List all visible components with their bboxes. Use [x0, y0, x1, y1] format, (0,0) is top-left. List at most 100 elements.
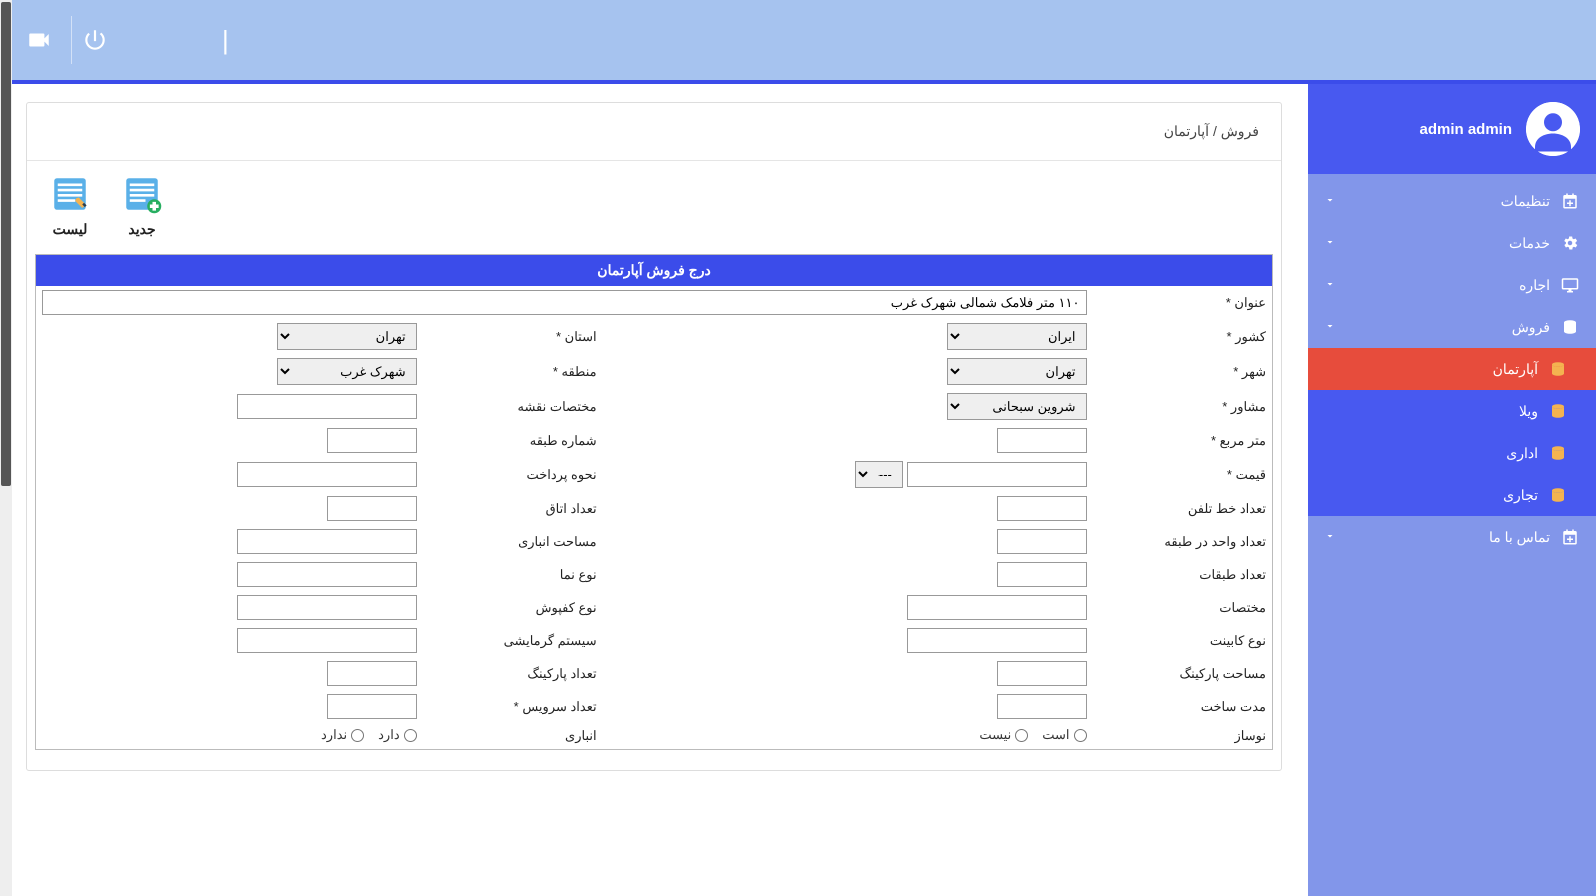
video-icon	[26, 27, 52, 53]
caret-down-icon	[1324, 194, 1336, 206]
nav-label: خدمات	[1346, 235, 1550, 252]
input-sqm[interactable]	[997, 428, 1087, 453]
select-country[interactable]: ایران	[947, 323, 1087, 350]
input-build-year[interactable]	[997, 694, 1087, 719]
database-icon	[1549, 402, 1567, 420]
radio-newbuild-yes[interactable]	[1074, 729, 1087, 742]
input-flooring[interactable]	[237, 595, 417, 620]
input-cabinet[interactable]	[907, 628, 1087, 653]
label-phonelines: تعداد خط تلفن	[1093, 492, 1273, 525]
label-flooring: نوع کفپوش	[423, 591, 603, 624]
scrollbar-thumb[interactable]	[1, 2, 11, 486]
label-heating: سیستم گرمایشی	[423, 624, 603, 657]
label-payment: نحوه پرداخت	[423, 457, 603, 492]
nav-label: تنظیمات	[1346, 193, 1550, 210]
label-parking-count: تعداد پارکینگ	[423, 657, 603, 690]
scrollbar[interactable]	[0, 0, 12, 896]
select-region[interactable]: شهرک غرب	[277, 358, 417, 385]
nav-contact[interactable]: تماس با ما	[1308, 516, 1596, 558]
action-label: جدید	[128, 221, 155, 238]
label-title: عنوان *	[1093, 286, 1273, 319]
avatar	[1526, 102, 1580, 156]
select-price-unit[interactable]: -----	[855, 461, 903, 488]
nav-sell-sub: آپارتمان ویلا اداری تجاری	[1308, 348, 1596, 516]
label-mapcoord: مختصات نقشه	[423, 389, 603, 424]
label-storage-radio: انباری	[423, 723, 603, 749]
input-heating[interactable]	[237, 628, 417, 653]
nav-label: تجاری	[1324, 487, 1538, 504]
database-icon	[1549, 444, 1567, 462]
select-province[interactable]: تهران	[277, 323, 417, 350]
nav-settings[interactable]: تنظیمات	[1308, 180, 1596, 222]
label-facade: نوع نما	[423, 558, 603, 591]
label-region: منطقه *	[423, 354, 603, 389]
action-bar: لیست	[27, 161, 1281, 248]
label-specs: مختصات	[1093, 591, 1273, 624]
caret-down-icon	[1324, 530, 1336, 542]
power-icon	[82, 27, 108, 53]
radio-storage-yes[interactable]	[404, 729, 417, 742]
input-service-count[interactable]	[327, 694, 417, 719]
input-phonelines[interactable]	[997, 496, 1087, 521]
label-province: استان *	[423, 319, 603, 354]
video-button[interactable]	[15, 16, 63, 64]
caret-down-icon	[1324, 278, 1336, 290]
list-edit-icon	[49, 173, 91, 215]
breadcrumb: فروش / آپارتمان	[27, 103, 1281, 161]
database-icon	[1561, 318, 1579, 336]
input-floor-no[interactable]	[327, 428, 417, 453]
input-facade[interactable]	[237, 562, 417, 587]
list-add-icon	[121, 173, 163, 215]
form-table: درج فروش آپارتمان عنوان * کشور * ایران ا…	[35, 254, 1273, 750]
radio-newbuild-no[interactable]	[1015, 729, 1028, 742]
input-payment[interactable]	[237, 462, 417, 487]
radio-newbuild: است نیست	[979, 727, 1086, 743]
nav-sell[interactable]: فروش	[1308, 306, 1596, 348]
input-specs[interactable]	[907, 595, 1087, 620]
gear-icon	[1561, 234, 1579, 252]
label-price: قیمت *	[1093, 457, 1273, 492]
action-new[interactable]: جدید	[121, 173, 163, 238]
action-list[interactable]: لیست	[49, 173, 91, 238]
nav-sell-office[interactable]: اداری	[1308, 432, 1596, 474]
label-service-count: تعداد سرویس *	[423, 690, 603, 723]
card: فروش / آپارتمان لیست	[26, 102, 1282, 771]
select-consultant[interactable]: شروین سبحانی	[947, 393, 1087, 420]
label-floors: تعداد طبقات	[1093, 558, 1273, 591]
nav-label: اداری	[1324, 445, 1538, 462]
input-parking-count[interactable]	[327, 661, 417, 686]
select-city[interactable]: تهران	[947, 358, 1087, 385]
form-header: درج فروش آپارتمان	[36, 255, 1273, 287]
label-build-year: مدت ساخت	[1093, 690, 1273, 723]
nav-rent[interactable]: اجاره	[1308, 264, 1596, 306]
label-consultant: مشاور *	[1093, 389, 1273, 424]
input-title[interactable]	[42, 290, 1087, 315]
input-mapcoord[interactable]	[237, 394, 417, 419]
nav-label: فروش	[1346, 319, 1550, 336]
label-parking-area: مساحت پارکینگ	[1093, 657, 1273, 690]
nav-label: ویلا	[1324, 403, 1538, 420]
label-rooms: تعداد اتاق	[423, 492, 603, 525]
radio-storage-no[interactable]	[351, 729, 364, 742]
nav-label: آپارتمان	[1324, 361, 1538, 378]
power-button[interactable]	[71, 16, 119, 64]
nav-sell-villa[interactable]: ویلا	[1308, 390, 1596, 432]
nav-label: اجاره	[1346, 277, 1550, 294]
topbar: |	[0, 0, 1596, 80]
calendar-plus-icon	[1561, 528, 1579, 546]
input-units-per-floor[interactable]	[997, 529, 1087, 554]
label-sqm: متر مربع *	[1093, 424, 1273, 457]
database-icon	[1549, 486, 1567, 504]
input-price[interactable]	[907, 462, 1087, 487]
label-city: شهر *	[1093, 354, 1273, 389]
nav-sell-apartment[interactable]: آپارتمان	[1308, 348, 1596, 390]
input-storage-area[interactable]	[237, 529, 417, 554]
input-rooms[interactable]	[327, 496, 417, 521]
username: admin admin	[1419, 121, 1512, 138]
input-parking-area[interactable]	[997, 661, 1087, 686]
caret-down-icon	[1324, 320, 1336, 332]
sidebar-header: admin admin	[1308, 84, 1596, 174]
nav-services[interactable]: خدمات	[1308, 222, 1596, 264]
nav-sell-commercial[interactable]: تجاری	[1308, 474, 1596, 516]
input-floors[interactable]	[997, 562, 1087, 587]
